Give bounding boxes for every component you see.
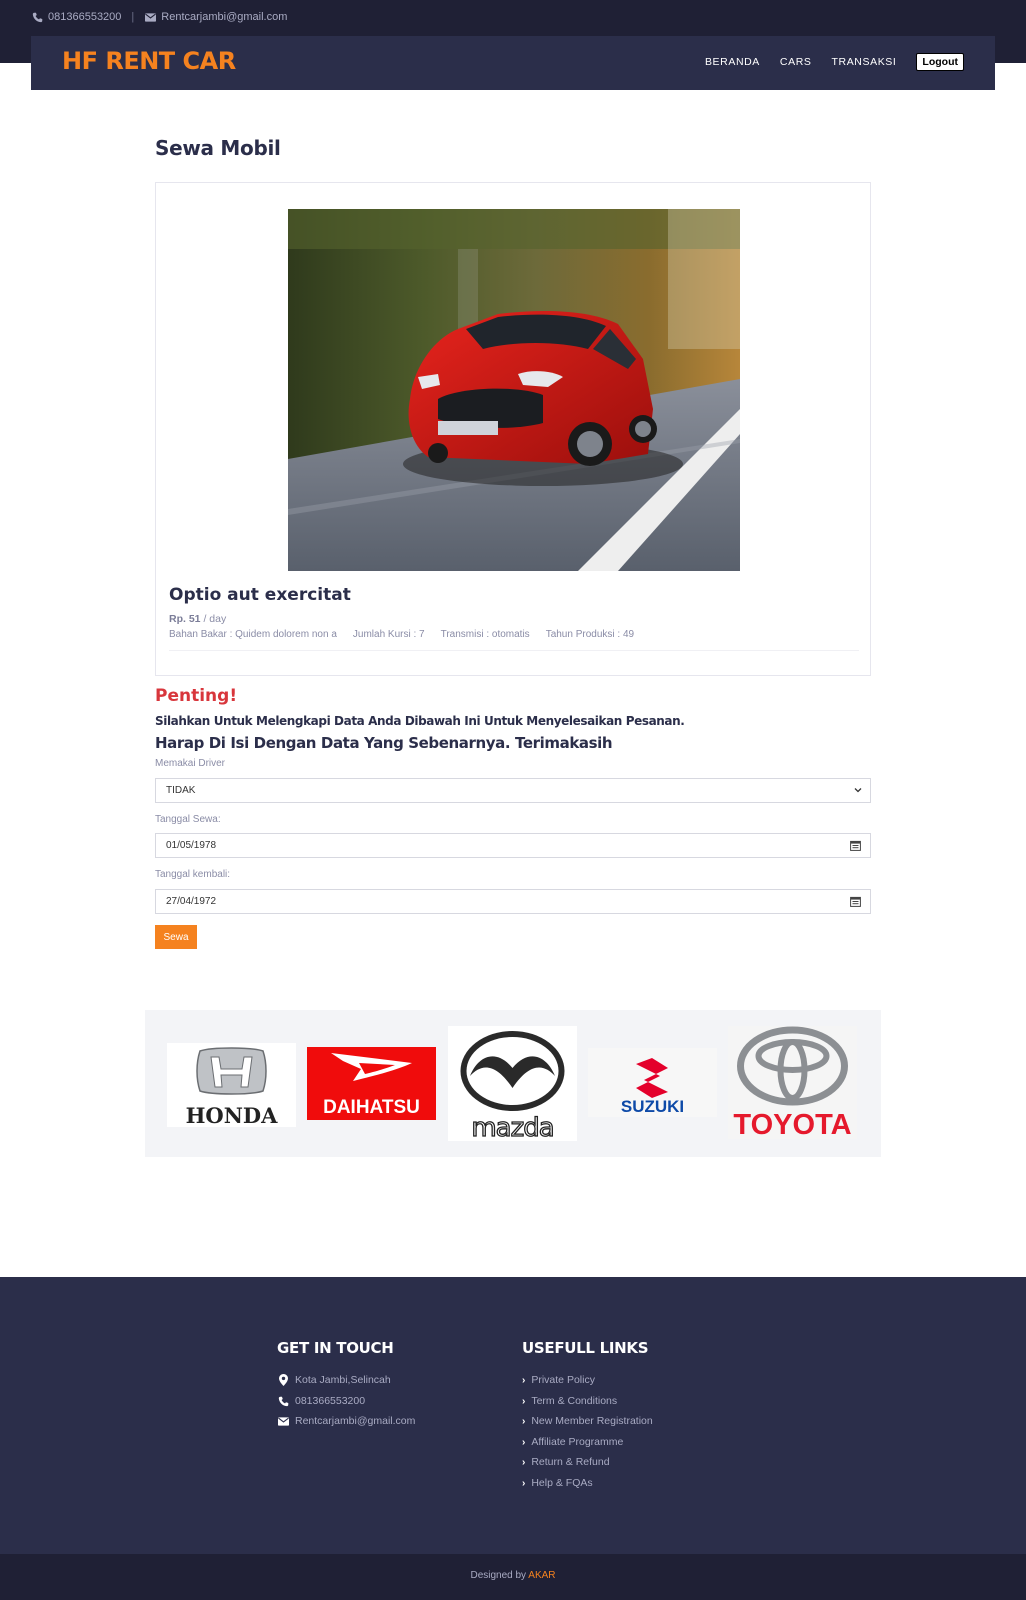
chevron-right-icon: › xyxy=(522,1456,526,1468)
footer-email-text[interactable]: Rentcarjambi@gmail.com xyxy=(295,1415,415,1427)
toyota-logo[interactable]: TOYOTA xyxy=(728,1026,857,1141)
footer-address: Kota Jambi,Selincah xyxy=(277,1374,391,1386)
honda-logo-text: HONDA xyxy=(186,1103,279,1127)
notice-heading: Penting! xyxy=(155,686,238,706)
calendar-icon[interactable] xyxy=(850,896,861,907)
nav-beranda[interactable]: BERANDA xyxy=(705,56,760,68)
footer-link-return[interactable]: › Return & Refund xyxy=(522,1456,610,1468)
tanggal-kembali-value: 27/04/1972 xyxy=(166,896,217,907)
chevron-right-icon: › xyxy=(522,1477,526,1489)
map-pin-icon xyxy=(277,1374,289,1386)
footer-link-private-policy[interactable]: › Private Policy xyxy=(522,1374,595,1386)
contact-title: GET IN TOUCH xyxy=(277,1339,394,1357)
page-title: Sewa Mobil xyxy=(155,136,281,160)
suzuki-logo-text: SUZUKI xyxy=(621,1097,684,1116)
spec-transmisi: Transmisi : otomatis xyxy=(440,629,530,640)
footer-link-label: Private Policy xyxy=(531,1374,595,1386)
footer-link-terms[interactable]: › Term & Conditions xyxy=(522,1395,617,1407)
footer: GET IN TOUCH Kota Jambi,Selincah 0813665… xyxy=(0,1277,1026,1554)
footer-phone: 081366553200 xyxy=(277,1395,365,1407)
car-name: Optio aut exercitat xyxy=(169,585,351,605)
car-price: Rp. 51 / day xyxy=(169,613,226,625)
brand-logos: HONDA DAIHATSU mazda SUZUKI TOYOTA xyxy=(145,1010,881,1157)
car-specs: Bahan Bakar : Quidem dolorem non a Jumla… xyxy=(169,629,650,640)
links-title: USEFULL LINKS xyxy=(522,1339,649,1357)
main-nav: BERANDA CARS TRANSAKSI Logout xyxy=(685,53,964,71)
top-email[interactable]: Rentcarjambi@gmail.com xyxy=(161,11,287,23)
top-separator: | xyxy=(131,11,135,23)
brand-logo[interactable]: HF RENT CAR xyxy=(62,47,236,75)
top-phone: 081366553200 xyxy=(48,11,122,23)
daihatsu-logo-text: DAIHATSU xyxy=(323,1097,420,1118)
notice-line-1: Silahkan Untuk Melengkapi Data Anda Diba… xyxy=(155,714,685,728)
suzuki-logo[interactable]: SUZUKI xyxy=(588,1048,717,1117)
chevron-right-icon: › xyxy=(522,1436,526,1448)
phone-icon xyxy=(31,11,43,23)
driver-select[interactable]: TIDAK xyxy=(155,778,871,803)
spec-jumlah-kursi: Jumlah Kursi : 7 xyxy=(352,629,425,640)
tanggal-kembali-label: Tanggal kembali: xyxy=(155,869,231,880)
credit-link[interactable]: AKAR xyxy=(528,1570,555,1581)
credit-prefix: Designed by xyxy=(470,1570,527,1581)
footer-link-help[interactable]: › Help & FQAs xyxy=(522,1477,593,1489)
price-value: Rp. 51 xyxy=(169,613,201,625)
mazda-logo-text: mazda xyxy=(471,1113,553,1141)
phone-icon xyxy=(277,1395,289,1407)
credit: Designed by AKAR xyxy=(0,1570,1026,1581)
footer-email: Rentcarjambi@gmail.com xyxy=(277,1415,415,1427)
tanggal-sewa-label: Tanggal Sewa: xyxy=(155,814,221,825)
tanggal-kembali-input[interactable]: 27/04/1972 xyxy=(155,889,871,914)
footer-link-registration[interactable]: › New Member Registration xyxy=(522,1415,653,1427)
footer-link-affiliate[interactable]: › Affiliate Programme xyxy=(522,1436,623,1448)
footer-link-label: Return & Refund xyxy=(531,1456,610,1468)
envelope-icon xyxy=(144,11,156,23)
envelope-icon xyxy=(277,1415,289,1427)
nav-cars[interactable]: CARS xyxy=(780,56,812,68)
calendar-icon[interactable] xyxy=(850,840,861,851)
footer-link-label: New Member Registration xyxy=(531,1415,653,1427)
driver-label: Memakai Driver xyxy=(155,758,226,769)
chevron-right-icon: › xyxy=(522,1395,526,1407)
footer-phone-text: 081366553200 xyxy=(295,1395,366,1407)
footer-link-label: Term & Conditions xyxy=(531,1395,618,1407)
nav-transaksi[interactable]: TRANSAKSI xyxy=(832,56,897,68)
footer-link-label: Affiliate Programme xyxy=(531,1436,624,1448)
contact-info: 081366553200 | Rentcarjambi@gmail.com xyxy=(31,11,287,23)
honda-logo[interactable]: HONDA xyxy=(167,1043,296,1128)
mazda-logo[interactable]: mazda xyxy=(448,1026,577,1144)
tanggal-sewa-input[interactable]: 01/05/1978 xyxy=(155,833,871,858)
bottom-bar: Designed by AKAR xyxy=(0,1554,1026,1600)
spec-bahan-bakar: Bahan Bakar : Quidem dolorem non a xyxy=(169,629,337,640)
price-unit: / day xyxy=(203,613,227,625)
spec-tahun-produksi: Tahun Produksi : 49 xyxy=(545,629,635,640)
card-divider xyxy=(169,650,859,651)
footer-address-text: Kota Jambi,Selincah xyxy=(295,1374,391,1386)
driver-selected-value: TIDAK xyxy=(166,785,196,796)
logout-button[interactable]: Logout xyxy=(916,53,964,71)
chevron-right-icon: › xyxy=(522,1415,526,1427)
navbar: HF RENT CAR BERANDA CARS TRANSAKSI Logou… xyxy=(31,36,995,90)
toyota-logo-text: TOYOTA xyxy=(733,1109,851,1139)
daihatsu-logo[interactable]: DAIHATSU xyxy=(307,1047,436,1120)
tanggal-sewa-value: 01/05/1978 xyxy=(166,840,217,851)
notice-line-2: Harap Di Isi Dengan Data Yang Sebenarnya… xyxy=(155,734,613,752)
car-photo xyxy=(288,209,740,571)
sewa-button[interactable]: Sewa xyxy=(155,925,197,949)
footer-link-label: Help & FQAs xyxy=(531,1477,593,1489)
car-card: Optio aut exercitat Rp. 51 / day Bahan B… xyxy=(155,182,871,676)
chevron-right-icon: › xyxy=(522,1374,526,1386)
chevron-down-icon xyxy=(852,784,864,796)
